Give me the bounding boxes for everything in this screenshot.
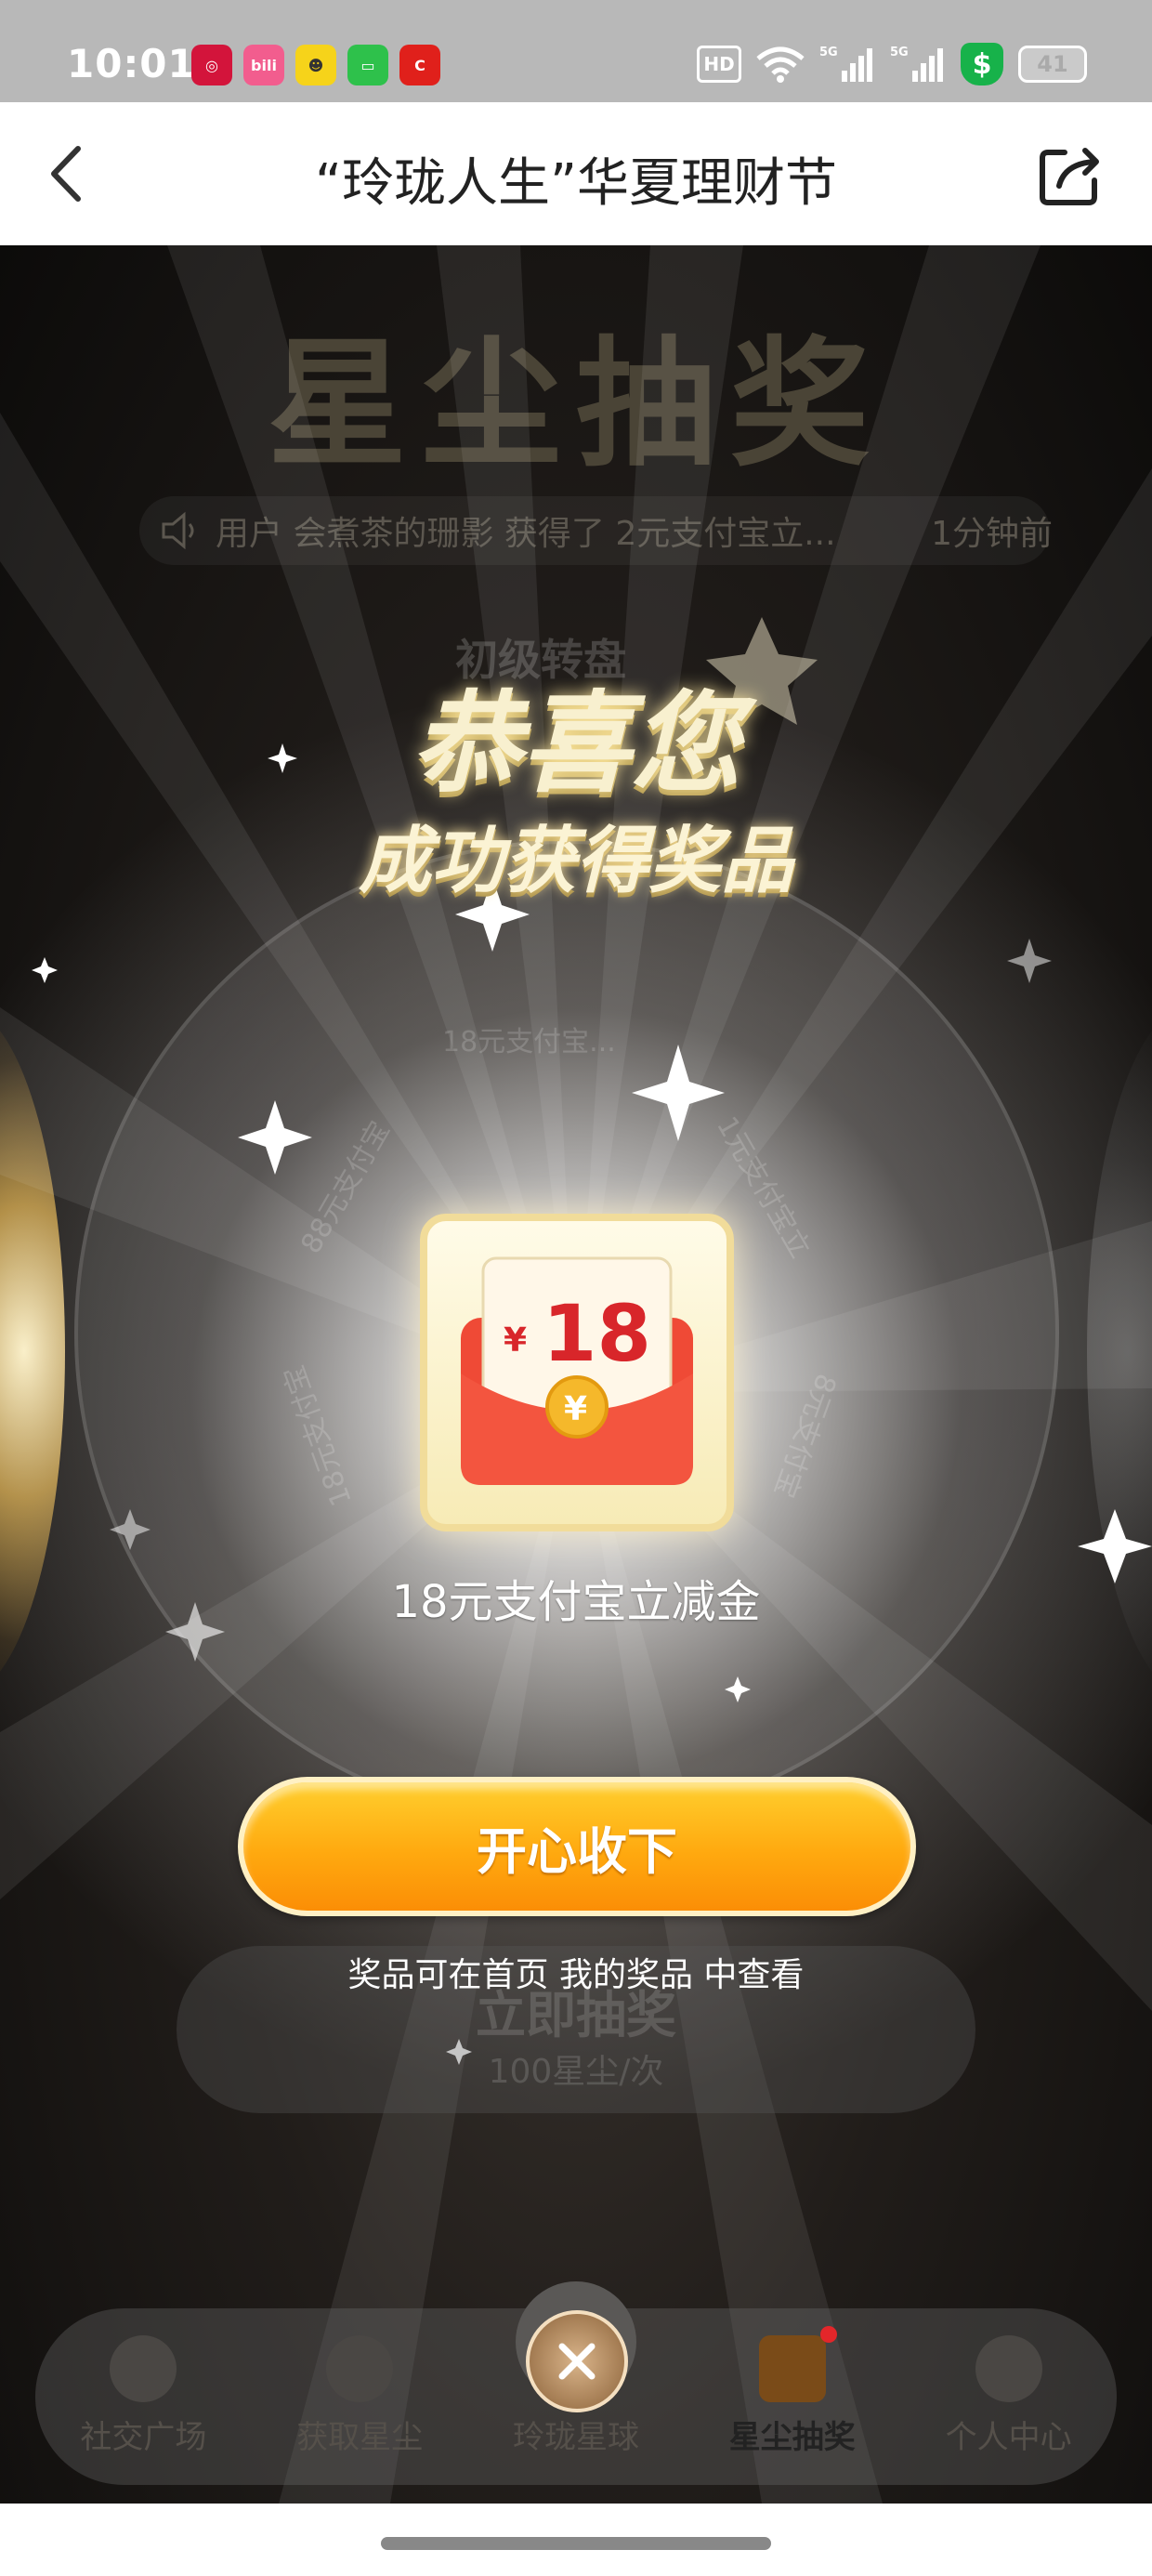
signal-icon: 5G [819, 46, 872, 82]
svg-text:¥: ¥ [564, 1390, 587, 1428]
status-time: 10:01 [67, 41, 196, 86]
message-icon: ▭ [347, 45, 388, 85]
prize-amount: 18 [543, 1288, 651, 1379]
bank-app-icon: ◎ [191, 45, 232, 85]
system-icons: HD 5G 5G $ 41 [697, 43, 1087, 85]
tab-label: 星尘抽奖 [728, 2419, 856, 2456]
prize-name: 18元支付宝立减金 [391, 1576, 761, 1628]
wifi-icon [756, 46, 805, 83]
gift-icon [758, 2335, 826, 2402]
red-envelope-icon: ¥ 18 ¥ [461, 1256, 693, 1485]
tab-label: 个人中心 [945, 2419, 1072, 2456]
prize-currency: ¥ [504, 1321, 527, 1360]
draw-button-cost: 100星尘/次 [488, 2053, 664, 2091]
share-icon[interactable] [1037, 139, 1106, 208]
tab-get-stardust[interactable]: 获取星尘 [267, 2335, 452, 2457]
svg-text:5G: 5G [819, 46, 838, 59]
tab-label: 玲珑星球 [512, 2419, 639, 2456]
compass-icon [110, 2335, 177, 2402]
congrats-heading: 恭喜您 [411, 679, 740, 808]
page-title: “玲珑人生”华夏理财节 [314, 153, 838, 214]
nav-bar: “玲珑人生”华夏理财节 [0, 102, 1152, 245]
svg-text:5G: 5G [890, 46, 909, 59]
battery-icon: 41 [1018, 46, 1087, 83]
home-indicator[interactable] [381, 2537, 771, 2550]
yellow-app-icon: ☻ [295, 45, 336, 85]
prize-card: ¥ 18 ¥ [420, 1214, 734, 1531]
red-app-icon: C [399, 45, 440, 85]
status-bar: 10:01 ◎ bili ☻ ▭ C HD 5G 5G $ 41 [0, 0, 1152, 102]
tab-social-square[interactable]: 社交广场 [50, 2335, 236, 2457]
tab-stardust-lottery[interactable]: 星尘抽奖 [700, 2326, 885, 2457]
hd-icon: HD [697, 46, 741, 83]
tab-label: 社交广场 [80, 2419, 207, 2456]
congrats-subtitle: 成功获得奖品 [358, 820, 793, 903]
bilibili-icon: bili [243, 45, 284, 85]
security-shield-icon: $ [961, 43, 1003, 85]
close-popup-button[interactable] [526, 2310, 628, 2412]
person-icon [975, 2335, 1042, 2402]
lottery-game-area: 星尘抽奖 用户 会煮茶的珊影 获得了 2元支付宝立... 1分钟前 初级转盘 1… [0, 245, 1152, 2504]
accept-prize-button[interactable]: 开心收下 [238, 1777, 916, 1916]
star-icon [326, 2335, 394, 2402]
prize-hint: 奖品可在首页 我的奖品 中查看 [347, 1956, 805, 1994]
notification-icons: ◎ bili ☻ ▭ C [191, 45, 440, 85]
notification-dot [819, 2326, 837, 2343]
tab-label: 获取星尘 [296, 2419, 424, 2456]
close-icon [558, 2343, 596, 2380]
signal-icon-2: 5G [890, 46, 943, 82]
tab-personal-center[interactable]: 个人中心 [916, 2335, 1102, 2457]
